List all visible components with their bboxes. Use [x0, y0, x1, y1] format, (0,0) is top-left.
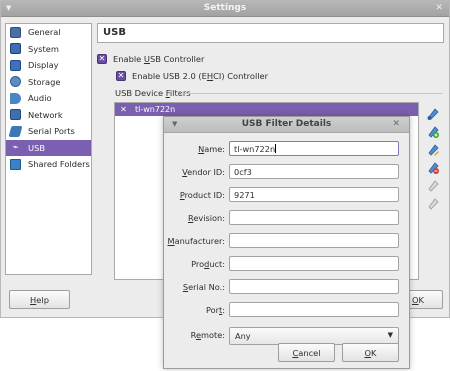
dialog-title-bar: ▼ USB Filter Details ✕ [164, 117, 409, 133]
sidebar-item-label: Network [28, 109, 63, 120]
remove-filter-icon [428, 162, 439, 174]
sidebar-item-network[interactable]: Network [6, 107, 91, 124]
move-filter-down-button[interactable] [425, 196, 441, 212]
display-icon [10, 59, 21, 71]
sidebar-item-storage[interactable]: Storage [6, 74, 91, 91]
name-value: tl-wn722n [234, 143, 276, 154]
product-field[interactable] [229, 256, 399, 271]
move-filter-up-button[interactable] [425, 178, 441, 194]
remote-value: Any [235, 331, 251, 341]
text-caret [275, 143, 277, 153]
page-title: USB [97, 23, 444, 43]
revision-label: Revision: [188, 213, 225, 223]
close-icon[interactable]: ✕ [435, 3, 443, 13]
settings-sidebar: General System Display Storage Audio Net… [5, 23, 92, 275]
sidebar-item-shared-folders[interactable]: Shared Folders [6, 156, 91, 173]
dialog-title: USB Filter Details [241, 119, 332, 129]
dialog-ok-button-label: OK [364, 347, 377, 358]
move-down-icon [428, 198, 439, 210]
help-button-label: Help [30, 294, 49, 305]
serial-no-field[interactable] [229, 279, 399, 294]
filter-enabled-checkbox[interactable]: ✕ [119, 105, 128, 114]
cancel-button-label: Cancel [292, 347, 321, 358]
product-id-label: Product ID: [179, 190, 225, 200]
enable-usb-label: Enable USB Controller [113, 54, 205, 64]
sidebar-item-label: Display [28, 60, 59, 71]
speaker-icon [10, 92, 21, 104]
name-field[interactable]: tl-wn722n [229, 141, 399, 156]
sidebar-item-audio[interactable]: Audio [6, 90, 91, 107]
filter-name: tl-wn722n [135, 104, 176, 114]
manufacturer-label: Manufacturer: [167, 236, 225, 246]
sidebar-item-label: System [28, 43, 59, 54]
main-ok-button-label: OK [412, 294, 424, 305]
help-button[interactable]: Help [9, 290, 70, 309]
enable-usb2-checkbox[interactable]: ✕ [116, 71, 126, 81]
sidebar-item-label: Serial Ports [28, 126, 75, 137]
port-field[interactable] [229, 302, 399, 317]
product-label: Product: [191, 259, 225, 269]
dialog-close-icon[interactable]: ✕ [392, 119, 400, 129]
list-item[interactable]: ✕ tl-wn722n [115, 103, 418, 116]
usb-device-filters-label: USB Device Filters [115, 88, 191, 98]
network-icon [10, 109, 21, 121]
monitor-icon [10, 26, 21, 38]
sidebar-item-label: Audio [28, 93, 52, 104]
usb-filter-details-dialog: ▼ USB Filter Details ✕ Name: tl-wn722n V… [163, 116, 410, 369]
enable-usb2-label: Enable USB 2.0 (EHCI) Controller [132, 71, 269, 81]
add-device-filter-icon [428, 126, 439, 138]
window-title: Settings [203, 3, 247, 13]
move-up-icon [428, 180, 439, 192]
add-filter-from-device-button[interactable] [425, 124, 441, 140]
folder-icon [10, 158, 21, 170]
chip-icon [10, 43, 21, 55]
vendor-id-label: Vendor ID: [182, 167, 225, 177]
add-empty-filter-button[interactable] [425, 106, 441, 122]
usb-icon: ⌁ [12, 142, 19, 154]
add-filter-icon [427, 108, 439, 120]
chevron-down-icon: ▼ [387, 331, 393, 339]
enable-usb-checkbox[interactable]: ✕ [97, 54, 107, 64]
sidebar-item-label: USB [28, 142, 46, 153]
sidebar-item-general[interactable]: General [6, 24, 91, 41]
port-label: Port: [205, 305, 225, 315]
serial-port-icon [8, 125, 23, 137]
sidebar-item-system[interactable]: System [6, 41, 91, 58]
sidebar-item-label: Shared Folders [28, 159, 90, 170]
edit-filter-button[interactable] [425, 142, 441, 158]
dialog-ok-button[interactable]: OK [342, 343, 399, 362]
sidebar-item-label: Storage [28, 76, 61, 87]
sidebar-item-serial-ports[interactable]: Serial Ports [6, 123, 91, 140]
title-bar: ▼ Settings ✕ [1, 1, 449, 17]
cancel-button[interactable]: Cancel [278, 343, 335, 362]
name-label: Name: [198, 144, 225, 154]
edit-filter-icon [428, 144, 439, 156]
revision-field[interactable] [229, 210, 399, 225]
product-id-field[interactable]: 9271 [229, 187, 399, 202]
serial-no-label: Serial No.: [182, 282, 225, 292]
sidebar-item-label: General [28, 27, 61, 38]
storage-icon [10, 76, 21, 88]
manufacturer-field[interactable] [229, 233, 399, 248]
sidebar-item-usb[interactable]: ⌁ USB [6, 139, 91, 156]
remove-filter-button[interactable] [425, 160, 441, 176]
remote-label: Remote: [190, 330, 225, 340]
vendor-id-field[interactable]: 0cf3 [229, 164, 399, 179]
section-divider [181, 93, 443, 94]
sidebar-item-display[interactable]: Display [6, 57, 91, 74]
